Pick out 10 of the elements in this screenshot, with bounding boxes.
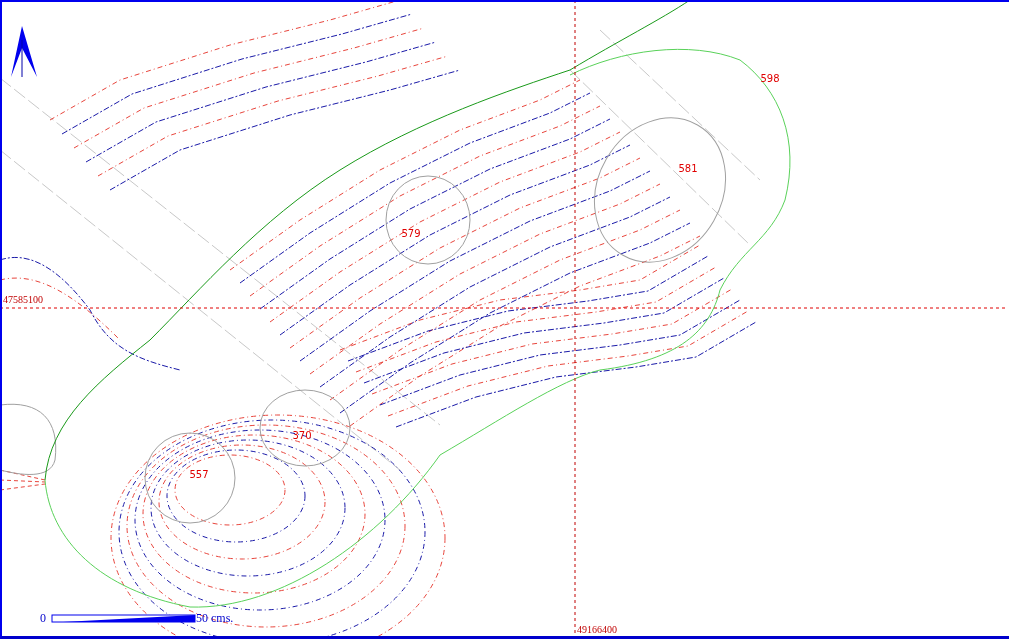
point-label: 598	[760, 73, 780, 84]
north-arrow-icon	[11, 26, 37, 78]
point-label: 579	[401, 228, 421, 239]
point-label: 370	[292, 430, 312, 441]
scale-start-label: 0	[40, 611, 46, 625]
grid-coordinate-label: 49166400	[577, 624, 617, 635]
scale-end-label: 50 cms.	[196, 611, 234, 625]
grid-coordinate-label: 47585100	[3, 294, 43, 305]
point-label: 581	[678, 163, 698, 174]
point-label: 557	[189, 469, 209, 480]
